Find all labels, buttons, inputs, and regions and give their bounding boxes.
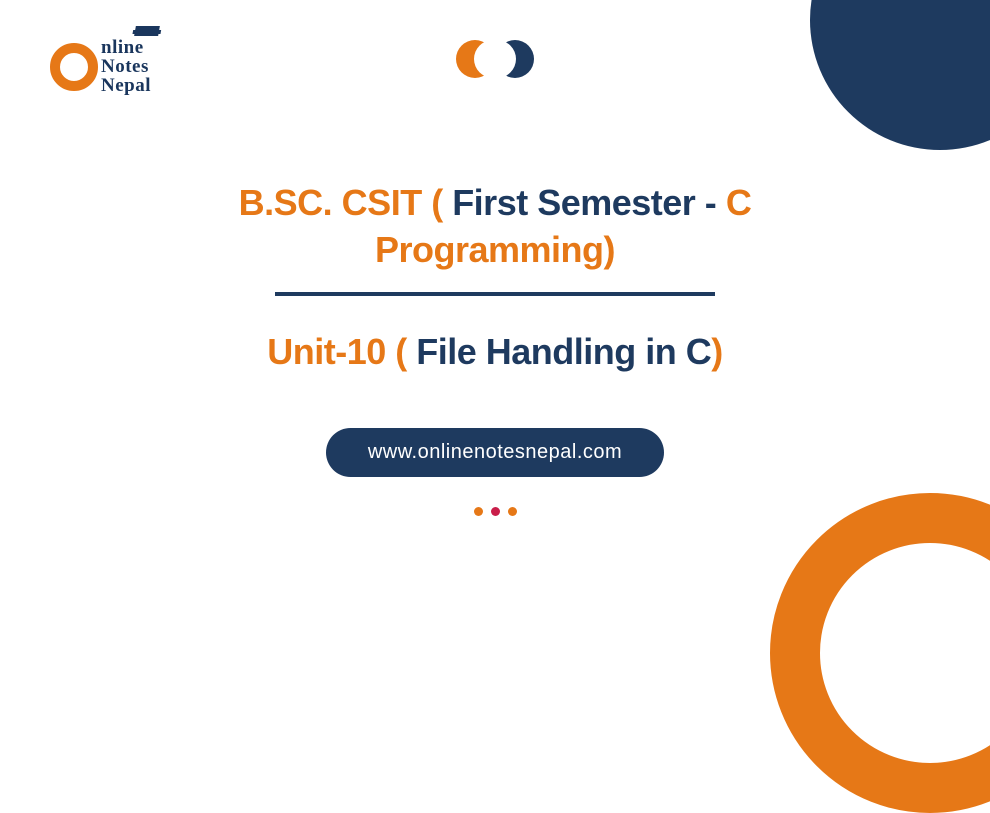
course-title: B.SC. CSIT ( First Semester - C Programm… bbox=[0, 180, 990, 274]
website-url-badge: www.onlinenotesnepal.com bbox=[326, 428, 664, 477]
logo-line-1: nline bbox=[101, 38, 151, 57]
moon-decoration bbox=[456, 40, 534, 78]
dot-icon bbox=[474, 507, 483, 516]
unit-title: Unit-10 ( File Handling in C) bbox=[0, 331, 990, 373]
course-code: B.SC. CSIT ( bbox=[239, 182, 453, 223]
crescent-right-icon bbox=[496, 40, 534, 78]
logo-text-block: nline Notes Nepal bbox=[101, 38, 151, 95]
main-content: B.SC. CSIT ( First Semester - C Programm… bbox=[0, 180, 990, 516]
logo-line-2: Notes bbox=[101, 57, 151, 76]
close-paren-1: ) bbox=[604, 229, 616, 270]
unit-name: File Handling in C bbox=[416, 331, 711, 372]
close-paren-2: ) bbox=[711, 331, 723, 372]
decorative-circle-top bbox=[810, 0, 990, 150]
subject-prefix: C bbox=[726, 182, 752, 223]
graduation-cap-icon bbox=[134, 26, 160, 36]
decorative-ring-bottom bbox=[770, 493, 990, 813]
crescent-left-icon bbox=[456, 40, 494, 78]
subject-name: Programming bbox=[375, 229, 604, 270]
decorative-dots bbox=[0, 507, 990, 516]
title-divider bbox=[275, 292, 715, 296]
logo-line-3: Nepal bbox=[101, 76, 151, 95]
dot-icon bbox=[508, 507, 517, 516]
semester-text: First Semester - bbox=[452, 182, 726, 223]
logo-o-icon bbox=[50, 43, 98, 91]
unit-number: Unit-10 ( bbox=[267, 331, 416, 372]
dot-icon bbox=[491, 507, 500, 516]
site-logo: nline Notes Nepal bbox=[50, 38, 151, 95]
